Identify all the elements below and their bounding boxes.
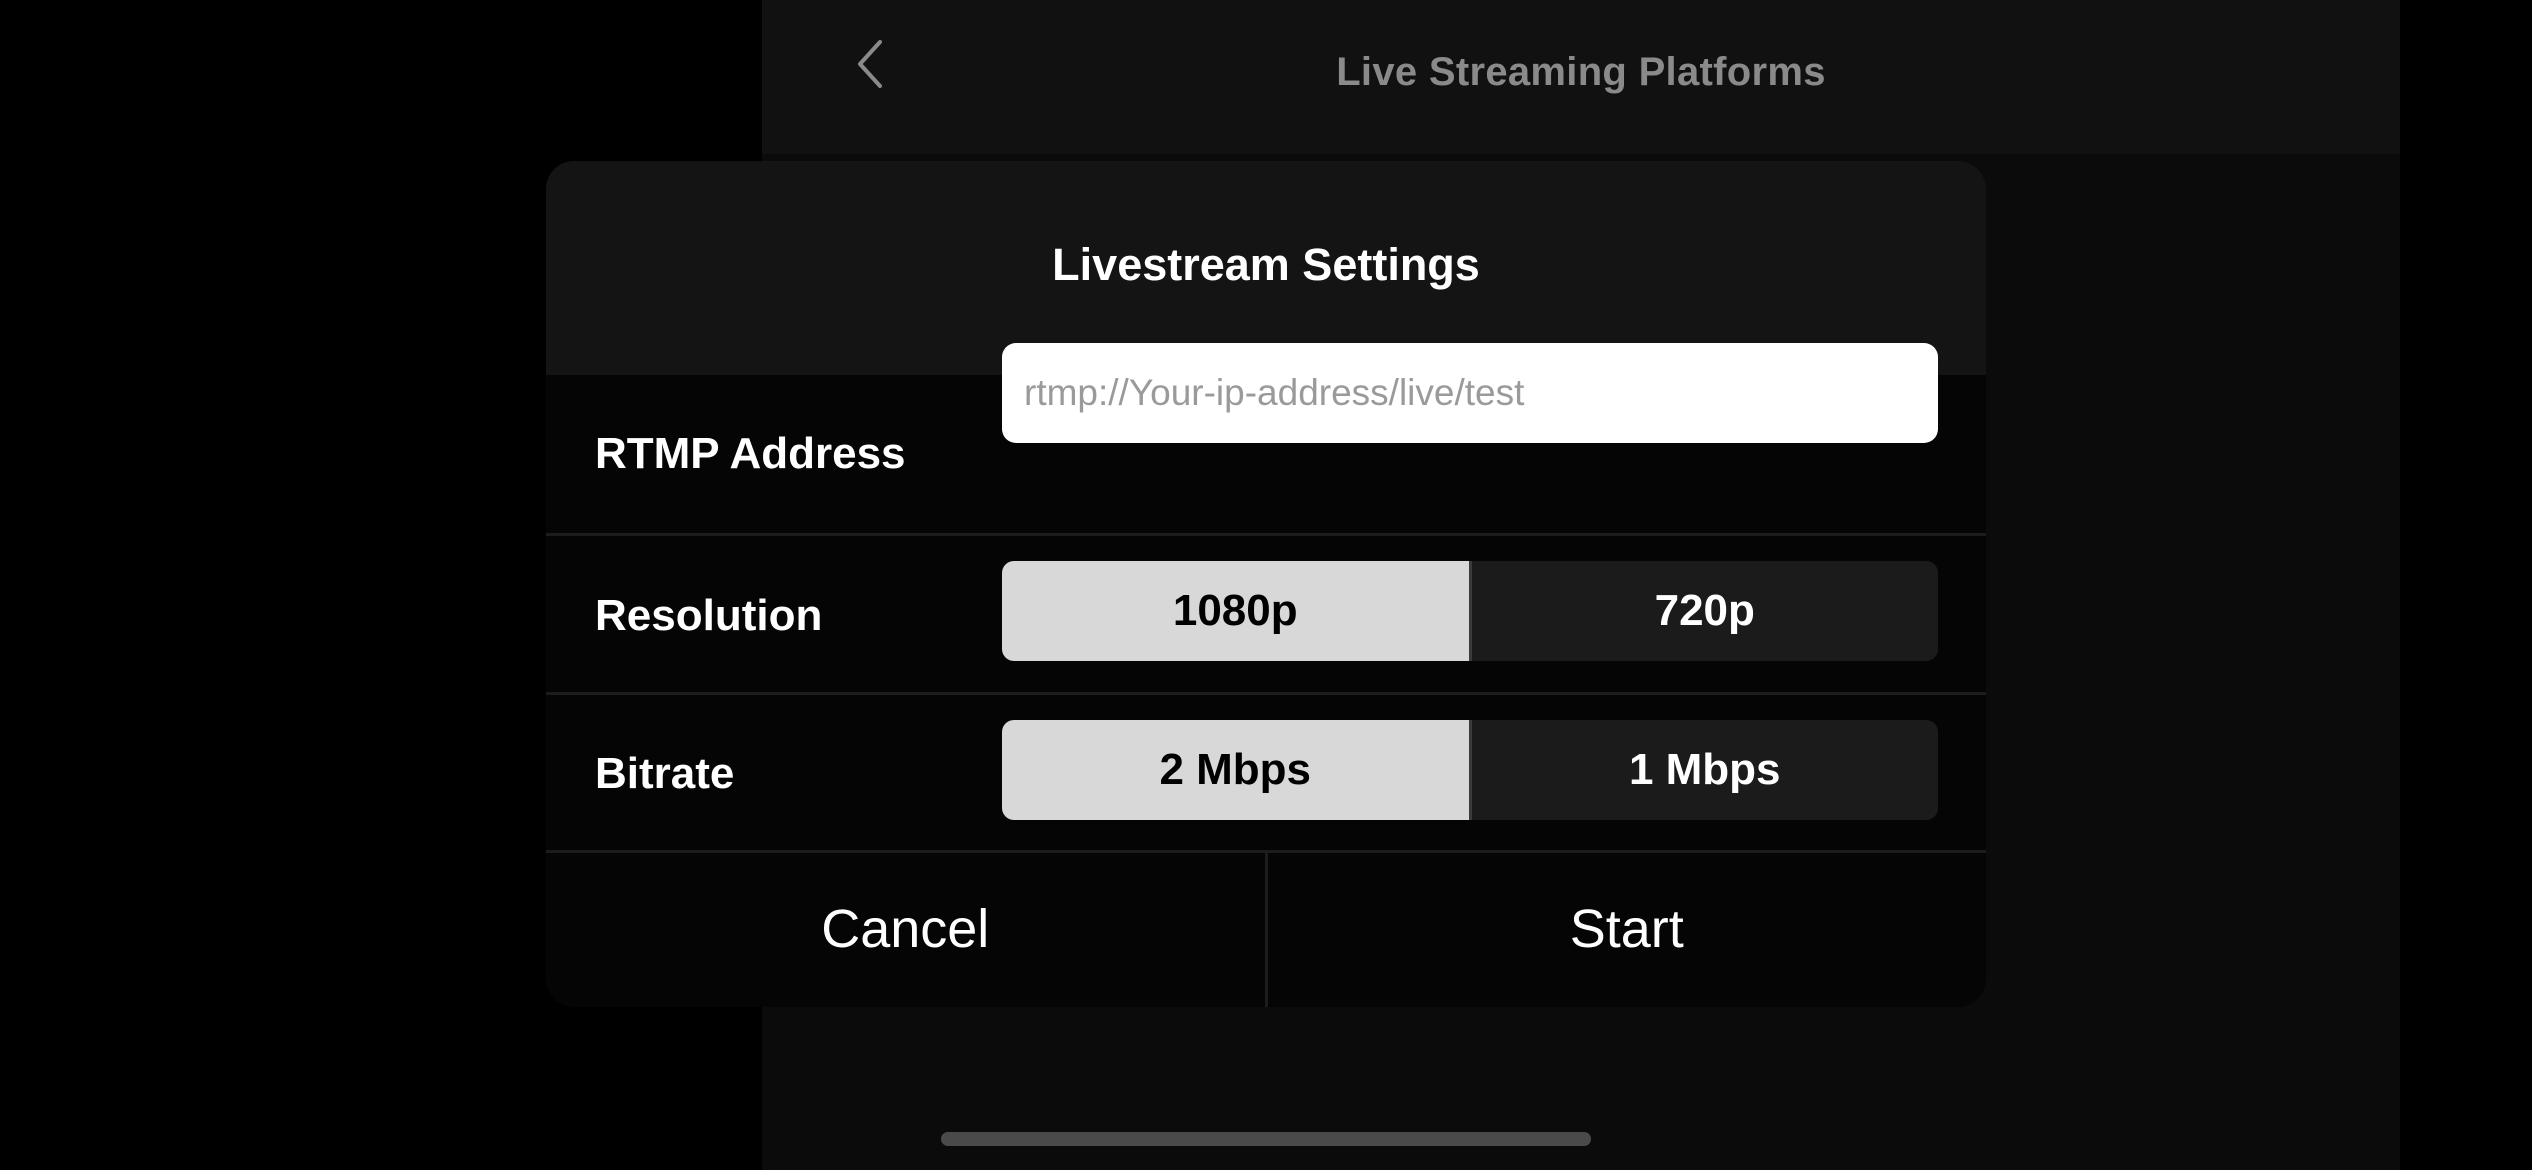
bitrate-segmented-control: 2 Mbps 1 Mbps (1002, 720, 1938, 820)
resolution-option-720p[interactable]: 720p (1471, 561, 1938, 661)
livestream-settings-dialog: Livestream Settings RTMP Address Resolut… (546, 161, 1986, 1007)
cancel-button[interactable]: Cancel (546, 851, 1265, 1007)
rtmp-address-input[interactable] (1002, 343, 1938, 443)
resolution-label: Resolution (595, 591, 823, 640)
bitrate-label: Bitrate (595, 749, 735, 798)
resolution-segmented-control: 1080p 720p (1002, 561, 1938, 661)
divider (546, 533, 1986, 536)
dialog-title: Livestream Settings (1052, 239, 1480, 290)
bitrate-option-1mbps[interactable]: 1 Mbps (1471, 720, 1938, 820)
navigation-bar: Live Streaming Platforms (762, 0, 2400, 154)
start-button[interactable]: Start (1268, 851, 1987, 1007)
home-indicator[interactable] (941, 1132, 1591, 1146)
screen: Live Streaming Platforms Livestream Sett… (0, 0, 2532, 1170)
bitrate-option-2mbps[interactable]: 2 Mbps (1002, 720, 1469, 820)
rtmp-address-label: RTMP Address (595, 429, 906, 478)
resolution-option-1080p[interactable]: 1080p (1002, 561, 1469, 661)
dialog-actions: Cancel Start (546, 851, 1986, 1007)
page-title: Live Streaming Platforms (1336, 50, 1826, 94)
